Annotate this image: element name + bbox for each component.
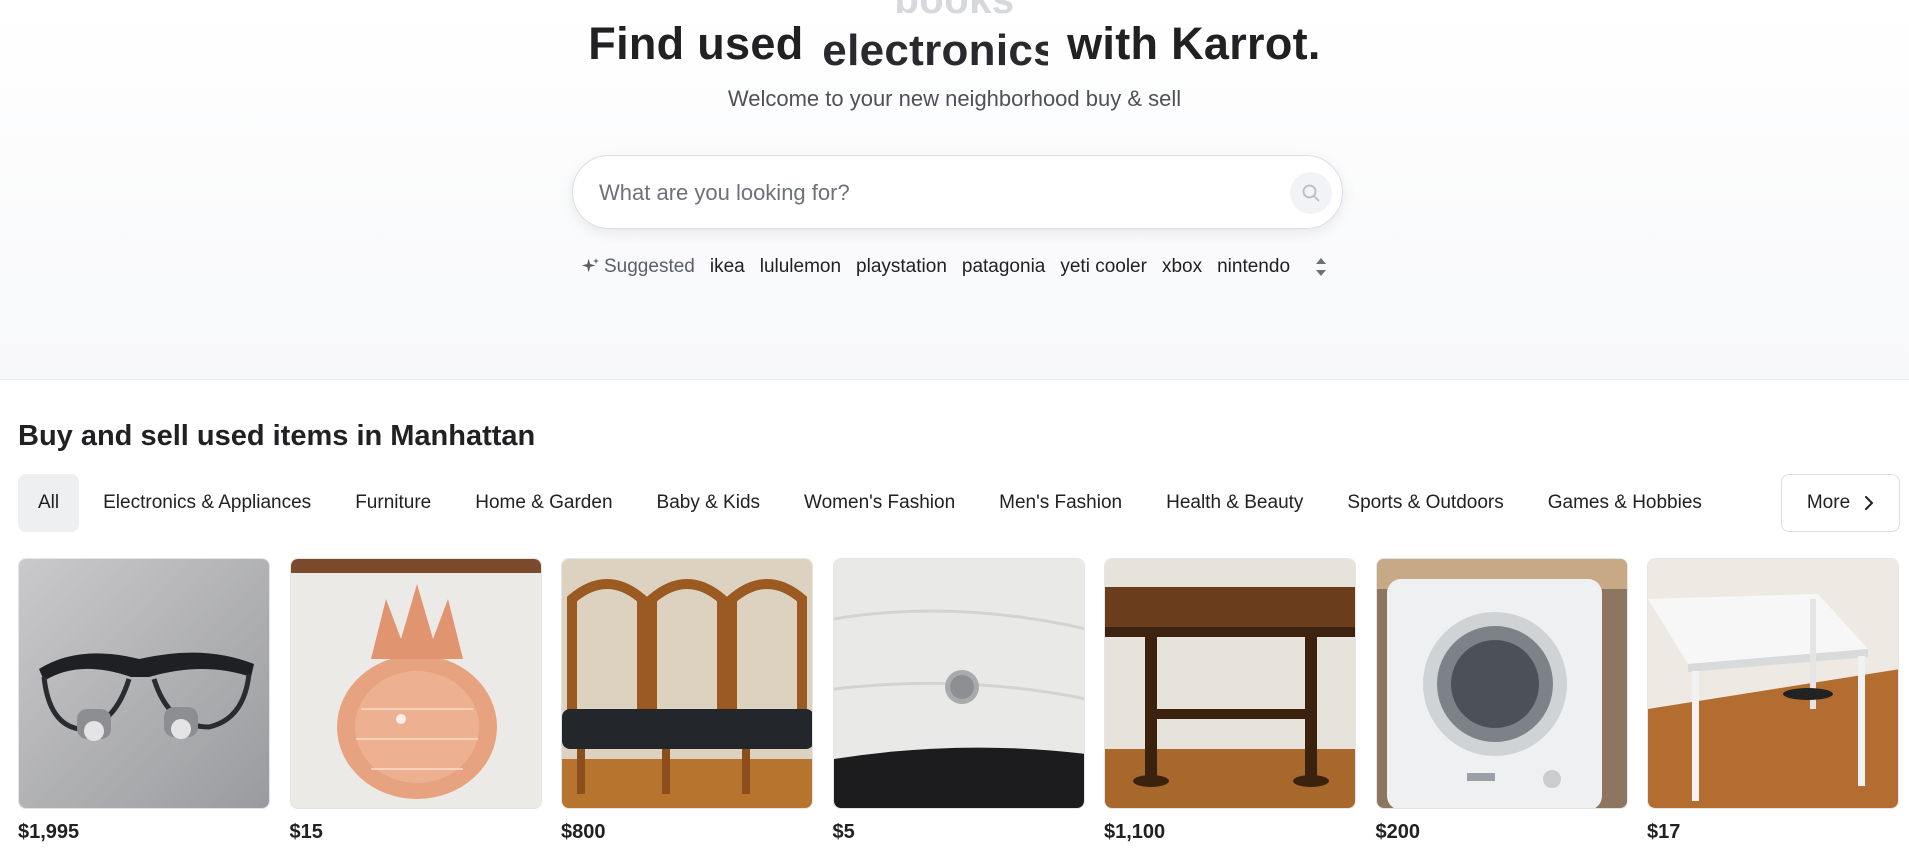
listing-price: $15	[289, 821, 323, 843]
headline-prefix: Find used	[588, 18, 804, 69]
caret-down-icon	[1315, 270, 1326, 276]
listing-price: $200	[1375, 821, 1421, 843]
listing-grid: $1,995 $15 $800 $5 $1,100 $200 $17	[18, 558, 1900, 844]
listing-price: $5	[832, 821, 855, 843]
category-games-hobbies[interactable]: Games & Hobbies	[1528, 474, 1722, 532]
more-categories-button[interactable]: More	[1781, 474, 1900, 532]
listing-price: $17	[1647, 821, 1681, 843]
listing-card[interactable]: $800	[561, 558, 813, 844]
listing-image	[1647, 558, 1899, 809]
category-womens-fashion[interactable]: Women's Fashion	[784, 474, 975, 532]
category-furniture[interactable]: Furniture	[335, 474, 451, 532]
caret-up-icon	[1315, 258, 1326, 264]
category-baby-kids[interactable]: Baby & Kids	[637, 474, 781, 532]
suggested-keyword[interactable]: playstation	[856, 256, 947, 278]
listing-card[interactable]: $15	[289, 558, 542, 844]
category-electronics[interactable]: Electronics & Appliances	[83, 474, 331, 532]
listing-image	[289, 558, 542, 809]
search-icon	[1302, 184, 1320, 202]
headline-suffix: with Karrot.	[1067, 18, 1321, 69]
sparkle-icon	[581, 258, 599, 273]
more-label: More	[1806, 492, 1851, 513]
listing-image	[1375, 558, 1628, 809]
listing-price: $1,100	[1104, 821, 1166, 843]
listing-image	[18, 558, 270, 809]
category-bar: All Electronics & Appliances Furniture H…	[18, 474, 1900, 532]
suggested-label-wrap: Suggested	[580, 256, 695, 278]
category-mens-fashion[interactable]: Men's Fashion	[979, 474, 1142, 532]
suggested-keyword[interactable]: lululemon	[760, 256, 841, 278]
category-list: All Electronics & Appliances Furniture H…	[18, 474, 1778, 532]
listing-price: $1,995	[18, 821, 80, 843]
search-button[interactable]	[1290, 172, 1332, 214]
suggested-keyword-list: ikea lululemon playstation patagonia yet…	[710, 256, 1305, 278]
listings-title: Buy and sell used items in Manhattan	[18, 420, 536, 452]
suggested-keyword[interactable]: yeti cooler	[1060, 256, 1147, 278]
suggested-keyword[interactable]: xbox	[1162, 256, 1202, 278]
hero-subtitle: Welcome to your new neighborhood buy & s…	[727, 86, 1182, 111]
hero-section: books Find used electronics with Karrot.…	[0, 0, 1909, 380]
listing-price: $800	[561, 821, 606, 843]
listing-image	[832, 558, 1085, 809]
listing-image	[1104, 558, 1356, 809]
suggested-keywords: Suggested ikea lululemon playstation pat…	[580, 252, 1340, 282]
search-input[interactable]	[597, 170, 1241, 216]
category-health-beauty[interactable]: Health & Beauty	[1146, 474, 1323, 532]
category-sports-outdoors[interactable]: Sports & Outdoors	[1327, 474, 1523, 532]
category-home-garden[interactable]: Home & Garden	[455, 474, 632, 532]
suggested-label: Suggested	[604, 256, 695, 277]
suggested-keyword[interactable]: nintendo	[1217, 256, 1290, 278]
keyword-scroll-arrows[interactable]	[1315, 257, 1327, 277]
suggested-keyword[interactable]: patagonia	[962, 256, 1045, 278]
listing-card[interactable]: $5	[832, 558, 1085, 844]
listing-card[interactable]: $1,995	[18, 558, 270, 844]
headline: Find used electronics with Karrot.	[0, 18, 1909, 75]
listing-card[interactable]: $17	[1647, 558, 1899, 844]
chevron-right-icon	[1865, 496, 1874, 510]
listing-image	[561, 558, 813, 809]
category-all[interactable]: All	[18, 474, 80, 532]
rotating-word: electronics	[822, 26, 1049, 75]
listing-card[interactable]: $1,100	[1104, 558, 1356, 844]
listing-card[interactable]: $200	[1375, 558, 1628, 844]
suggested-keyword[interactable]: ikea	[710, 256, 745, 278]
search-bar	[572, 155, 1343, 229]
